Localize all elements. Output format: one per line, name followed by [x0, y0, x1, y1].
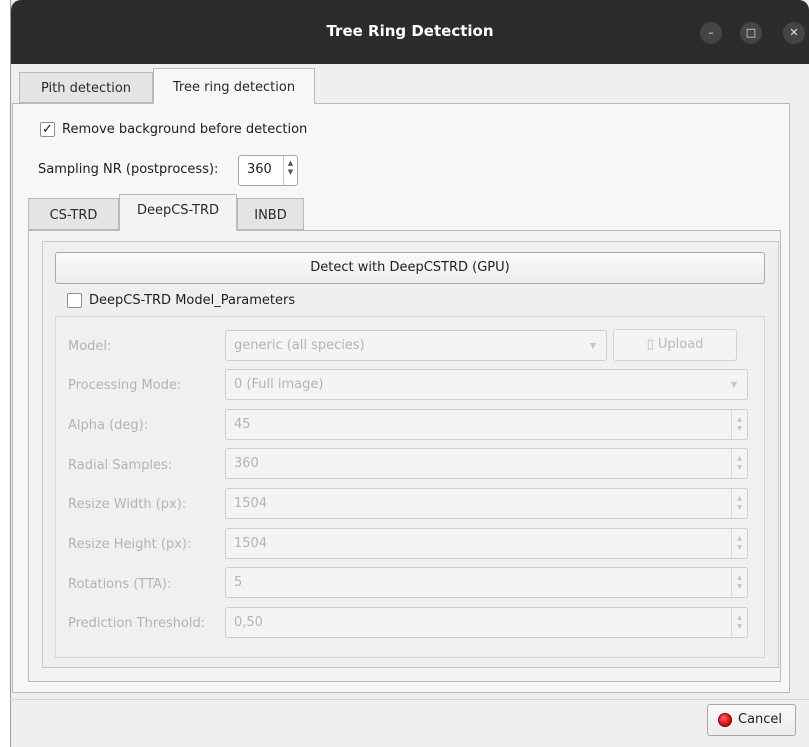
checkmark-icon: ✓ — [42, 122, 53, 137]
sampling-spinbox[interactable]: 360 ▲ ▼ — [238, 155, 298, 186]
model-parameters-checkbox[interactable] — [67, 293, 82, 308]
rotations-value: 5 — [234, 575, 243, 590]
alpha-spinbox[interactable]: 45 ▲ ▼ — [225, 409, 748, 440]
chevron-down-icon: ▼ — [589, 341, 596, 350]
detect-deepcstrd-button[interactable]: Detect with DeepCSTRD (GPU) — [55, 252, 765, 284]
close-icon: ✕ — [789, 26, 799, 39]
param-label-resize-height: Resize Height (px): — [68, 537, 192, 552]
spin-arrows-icon[interactable]: ▲ ▼ — [731, 449, 747, 478]
window-title: Tree Ring Detection — [326, 22, 494, 40]
chevron-down-icon: ▼ — [730, 380, 737, 389]
alpha-value: 45 — [234, 417, 251, 432]
spin-arrows-icon[interactable]: ▲ ▼ — [731, 608, 747, 637]
param-label-prediction-threshold: Prediction Threshold: — [68, 616, 206, 631]
spin-arrows-icon[interactable]: ▲ ▼ — [731, 489, 747, 518]
sampling-label: Sampling NR (postprocess): — [38, 162, 219, 177]
model-select[interactable]: generic (all species) ▼ — [225, 330, 607, 361]
tab-deepcs-trd[interactable]: DeepCS-TRD — [119, 194, 237, 231]
minimize-icon: – — [708, 26, 714, 39]
resize-height-value: 1504 — [234, 536, 268, 551]
processing-mode-value: 0 (Full image) — [234, 377, 324, 392]
param-label-radial-samples: Radial Samples: — [68, 458, 173, 473]
model-select-value: generic (all species) — [234, 338, 365, 353]
sampling-value: 360 — [247, 162, 272, 177]
param-label-alpha: Alpha (deg): — [68, 418, 149, 433]
resize-width-value: 1504 — [234, 496, 268, 511]
spin-arrows-icon[interactable]: ▲ ▼ — [731, 529, 747, 558]
param-label-processing-mode: Processing Mode: — [68, 378, 182, 393]
param-label-resize-width: Resize Width (px): — [68, 497, 187, 512]
maximize-button[interactable]: □ — [740, 22, 762, 44]
param-label-rotations: Rotations (TTA): — [68, 577, 172, 592]
remove-background-label: Remove background before detection — [62, 122, 308, 137]
title-bar[interactable]: Tree Ring Detection – □ ✕ — [11, 0, 809, 64]
resize-width-spinbox[interactable]: 1504 ▲ ▼ — [225, 488, 748, 519]
prediction-threshold-spinbox[interactable]: 0,50 ▲ ▼ — [225, 607, 748, 638]
cancel-icon — [718, 713, 732, 727]
maximize-icon: □ — [745, 26, 757, 39]
cancel-button[interactable]: Cancel — [707, 704, 796, 736]
radial-samples-value: 360 — [234, 456, 259, 471]
remove-background-checkbox[interactable]: ✓ — [40, 122, 55, 137]
tab-tree-ring-detection[interactable]: Tree ring detection — [153, 68, 315, 104]
radial-samples-spinbox[interactable]: 360 ▲ ▼ — [225, 448, 748, 479]
model-parameters-label: DeepCS-TRD Model_Parameters — [89, 293, 296, 308]
prediction-threshold-value: 0,50 — [234, 615, 263, 630]
param-label-model: Model: — [68, 339, 112, 354]
cancel-label: Cancel — [738, 712, 783, 727]
minimize-button[interactable]: – — [700, 22, 722, 44]
tab-cs-trd[interactable]: CS-TRD — [28, 198, 119, 230]
spin-arrows-icon[interactable]: ▲ ▼ — [731, 410, 747, 439]
tab-pith-detection[interactable]: Pith detection — [19, 72, 153, 103]
spin-arrows-icon[interactable]: ▲ ▼ — [731, 568, 747, 597]
spin-arrows-icon[interactable]: ▲ ▼ — [283, 156, 297, 185]
footer-divider — [10, 699, 809, 700]
tab-inbd[interactable]: INBD — [237, 198, 304, 230]
upload-button[interactable]: ▯ Upload — [613, 329, 737, 361]
resize-height-spinbox[interactable]: 1504 ▲ ▼ — [225, 528, 748, 559]
close-button[interactable]: ✕ — [783, 22, 805, 44]
rotations-spinbox[interactable]: 5 ▲ ▼ — [225, 567, 748, 598]
processing-mode-select[interactable]: 0 (Full image) ▼ — [225, 369, 748, 400]
